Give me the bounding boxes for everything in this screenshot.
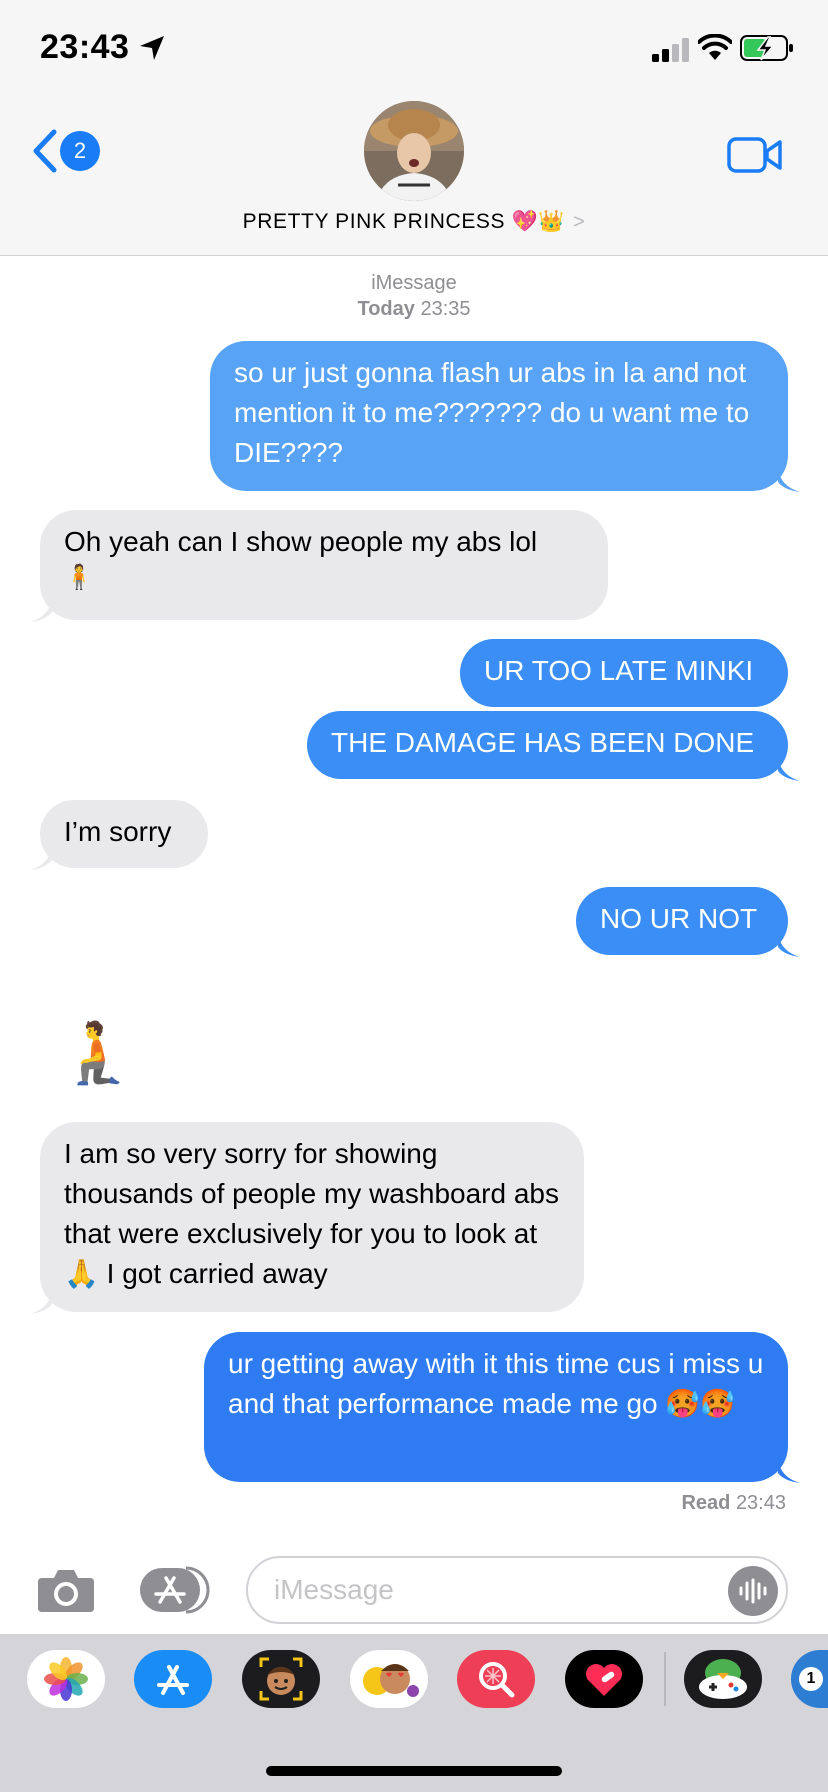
app-store-app-icon[interactable] xyxy=(134,1650,212,1708)
thread-timestamp: iMessage Today 23:35 xyxy=(0,270,828,322)
home-indicator[interactable] xyxy=(266,1766,562,1776)
message-input-placeholder: iMessage xyxy=(274,1574,394,1605)
game-app-icon[interactable] xyxy=(684,1650,762,1708)
message-bubble-outgoing[interactable]: so ur just gonna flash ur abs in la and … xyxy=(210,341,788,491)
contact-name: PRETTY PINK PRINCESS 💖👑 xyxy=(242,210,566,233)
animoji-stickers-app-icon[interactable] xyxy=(350,1650,428,1708)
bubble-tail xyxy=(778,757,800,781)
memoji-app-icon[interactable] xyxy=(242,1650,320,1708)
chevron-left-icon xyxy=(33,129,57,173)
bubble-tail xyxy=(30,598,52,622)
unread-count-badge[interactable]: 2 xyxy=(60,131,100,171)
waveform-icon xyxy=(739,1578,767,1604)
message-bubble-incoming[interactable]: I’m sorry xyxy=(40,800,208,868)
app-notification-badge: 1 xyxy=(799,1667,823,1691)
battery-charging-icon xyxy=(740,35,793,61)
message-text: Oh yeah can I show people my abs lol xyxy=(64,526,538,557)
message-bubble-outgoing[interactable]: UR TOO LATE MINKI xyxy=(460,639,788,707)
message-input[interactable]: iMessage xyxy=(246,1556,788,1624)
chevron-right-icon: > xyxy=(573,210,586,233)
date-day: Today xyxy=(357,298,415,320)
bubble-tail xyxy=(778,468,800,492)
facetime-video-icon[interactable] xyxy=(727,136,783,174)
conversation-header: 23:43 2 PRETTY PINK PRINCESS � xyxy=(0,0,828,256)
contact-avatar[interactable] xyxy=(364,101,464,201)
image-search-app-icon[interactable] xyxy=(457,1650,535,1708)
photos-app-icon[interactable] xyxy=(27,1650,105,1708)
service-label: iMessage xyxy=(371,272,457,294)
audio-message-button[interactable] xyxy=(728,1566,778,1616)
app-store-apps-button-icon[interactable] xyxy=(138,1566,212,1614)
date-time: 23:35 xyxy=(420,298,471,320)
heart-app-icon[interactable] xyxy=(565,1650,643,1708)
message-bubble-outgoing[interactable]: ur getting away with it this time cus i … xyxy=(204,1332,788,1482)
message-bubble-incoming[interactable]: I am so very sorry for showing thousands… xyxy=(40,1122,584,1312)
bubble-tail xyxy=(778,933,800,957)
bubble-tail xyxy=(30,1290,52,1314)
message-bubble-outgoing[interactable]: THE DAMAGE HAS BEEN DONE xyxy=(307,711,788,779)
status-time: 23:43 xyxy=(40,28,130,66)
bubble-tail xyxy=(778,1459,800,1483)
app-drawer-divider xyxy=(664,1652,666,1706)
location-arrow-icon xyxy=(140,36,164,60)
read-receipt: Read 23:43 xyxy=(681,1492,786,1514)
camera-icon[interactable] xyxy=(36,1566,96,1614)
cellular-signal-icon xyxy=(652,38,689,62)
message-bubble-outgoing[interactable]: NO UR NOT xyxy=(576,887,788,955)
partial-app-icon[interactable]: 1 xyxy=(791,1650,828,1708)
wifi-icon xyxy=(698,34,732,60)
message-bubble-incoming[interactable]: Oh yeah can I show people my abs lol 🧍 xyxy=(40,510,608,620)
standing-person-emoji: 🧍 xyxy=(64,564,94,591)
kneeling-person-emoji-message[interactable]: 🧎 xyxy=(60,1018,135,1088)
bubble-tail xyxy=(30,846,52,870)
contact-name-button[interactable]: PRETTY PINK PRINCESS 💖👑 > xyxy=(0,210,828,234)
